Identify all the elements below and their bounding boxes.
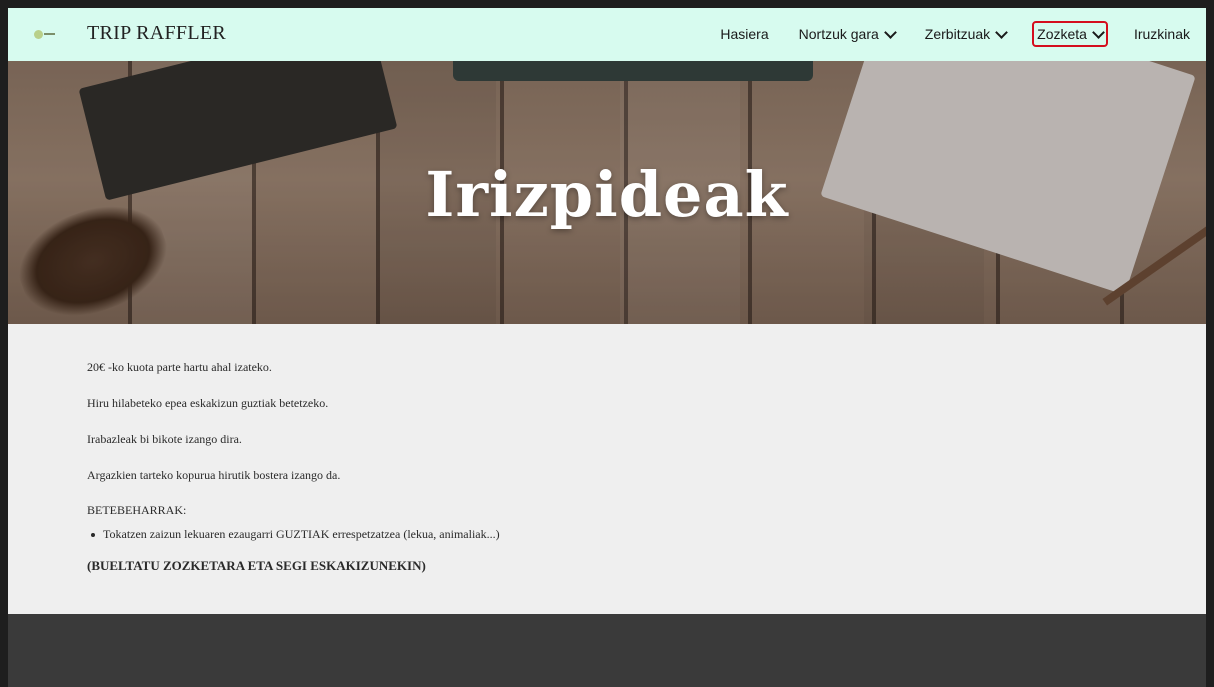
chevron-down-icon bbox=[883, 25, 897, 39]
nav-item-iruzkinak[interactable]: Iruzkinak bbox=[1130, 21, 1194, 47]
closing-note: (BUELTATU ZOZKETARA ETA SEGI ESKAKIZUNEK… bbox=[87, 558, 426, 573]
nav-item-label: Iruzkinak bbox=[1133, 26, 1190, 42]
nav-item-nortzuk-gara[interactable]: Nortzuk gara bbox=[795, 21, 899, 47]
site-logo-icon[interactable] bbox=[34, 26, 58, 42]
nav-item-hasiera[interactable]: Hasiera bbox=[716, 21, 772, 47]
paragraph: Hiru hilabeteko epea eskakizun guztiak b… bbox=[87, 396, 329, 410]
chevron-down-icon bbox=[1092, 25, 1105, 39]
hero-banner: Irizpideak bbox=[8, 61, 1206, 324]
paragraph: 20€ -ko kuota parte hartu ahal izateko. bbox=[87, 360, 272, 374]
main-nav: Hasiera Nortzuk gara Zerbitzuak Zozketa … bbox=[694, 21, 1194, 47]
page: TRIP RAFFLER Hasiera Nortzuk gara Zerbit… bbox=[8, 8, 1206, 687]
paragraph: Argazkien tarteko kopurua hirutik boster… bbox=[87, 468, 341, 482]
site-header: TRIP RAFFLER Hasiera Nortzuk gara Zerbit… bbox=[8, 8, 1206, 61]
nav-item-label: Zozketa bbox=[1037, 26, 1087, 42]
list-item: Tokatzen zaizun lekuaren ezaugarri GUZTI… bbox=[87, 527, 500, 542]
nav-item-label: Zerbitzuak bbox=[924, 26, 991, 42]
site-footer bbox=[8, 614, 1206, 687]
site-title[interactable]: TRIP RAFFLER bbox=[87, 22, 226, 45]
nav-item-zozketa[interactable]: Zozketa bbox=[1032, 21, 1108, 47]
chevron-down-icon bbox=[995, 25, 1009, 39]
requirements-heading: BETEBEHARRAK: bbox=[87, 503, 187, 517]
paragraph: Irabazleak bi bikote izango dira. bbox=[87, 432, 242, 446]
nav-item-zerbitzuak[interactable]: Zerbitzuak bbox=[921, 21, 1010, 47]
page-title: Irizpideak bbox=[425, 158, 789, 231]
list-item-text: Tokatzen zaizun lekuaren ezaugarri GUZTI… bbox=[103, 527, 500, 541]
nav-item-label: Hasiera bbox=[720, 26, 769, 42]
nav-item-label: Nortzuk gara bbox=[798, 26, 879, 42]
bullet-icon bbox=[91, 532, 95, 537]
